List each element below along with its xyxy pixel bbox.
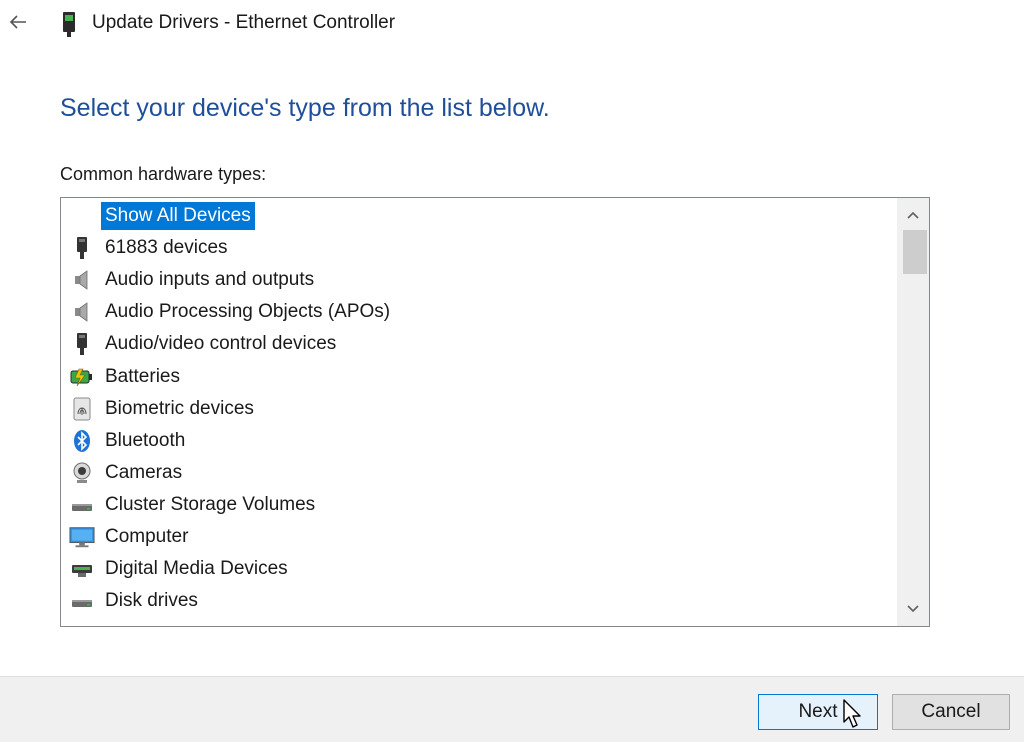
ethernet-connector-icon <box>63 12 75 37</box>
list-item[interactable]: Show All Devices <box>69 201 255 231</box>
list-item[interactable]: Batteries <box>69 362 184 392</box>
chevron-up-icon <box>907 211 919 219</box>
list-item[interactable]: Bluetooth <box>69 426 189 456</box>
battery-icon <box>69 364 95 390</box>
dialog-footer: Next Cancel <box>0 676 1024 742</box>
list-item[interactable]: Disk drives <box>69 586 202 616</box>
list-item-label: Digital Media Devices <box>105 558 288 580</box>
list-item[interactable]: Audio inputs and outputs <box>69 265 318 295</box>
list-label: Common hardware types: <box>60 164 267 184</box>
cancel-button[interactable]: Cancel <box>892 694 1010 730</box>
window-title: Update Drivers - Ethernet Controller <box>92 12 396 33</box>
scroll-up-button[interactable] <box>897 200 929 230</box>
list-item[interactable]: Audio Processing Objects (APOs) <box>69 297 394 327</box>
hardware-types-list: Show All Devices 61883 devices Audio input… <box>61 198 897 626</box>
back-arrow-icon <box>9 15 26 29</box>
list-item-label: Audio Processing Objects (APOs) <box>105 301 391 323</box>
drive-icon <box>69 492 95 518</box>
list-item-label: Bluetooth <box>105 429 186 451</box>
title-bar: Update Drivers - Ethernet Controller <box>0 0 1024 48</box>
list-item[interactable]: Digital Media Devices <box>69 554 292 584</box>
speaker-icon <box>69 267 95 293</box>
media-device-icon <box>69 556 95 582</box>
list-item-label: Audio inputs and outputs <box>105 269 315 291</box>
list-item-label: Biometric devices <box>105 397 254 419</box>
list-item-label: Disk drives <box>105 590 198 612</box>
list-item-label: Batteries <box>105 365 180 387</box>
page-heading: Select your device's type from the list … <box>60 94 550 122</box>
mouse-pointer-icon <box>843 699 861 728</box>
speaker-icon <box>69 299 95 325</box>
list-item-label: Show All Devices <box>101 202 255 230</box>
vertical-scrollbar[interactable] <box>897 198 929 626</box>
connector-icon <box>69 235 95 261</box>
chevron-down-icon <box>907 605 919 613</box>
list-item[interactable]: Computer <box>69 522 192 552</box>
fingerprint-icon <box>69 396 95 422</box>
monitor-icon <box>69 524 95 550</box>
scroll-down-button[interactable] <box>897 594 929 624</box>
drive-icon <box>69 588 95 614</box>
list-item-label: Cameras <box>105 461 183 483</box>
list-item-label: Cluster Storage Volumes <box>105 493 316 515</box>
list-item-label: Audio/video control devices <box>105 333 337 355</box>
camera-icon <box>69 460 95 486</box>
back-button[interactable] <box>4 8 32 36</box>
list-item[interactable]: Cluster Storage Volumes <box>69 490 319 520</box>
hardware-types-listbox[interactable]: Show All Devices 61883 devices Audio input… <box>60 197 930 627</box>
list-item-label: 61883 devices <box>105 237 228 259</box>
bluetooth-icon <box>69 428 95 454</box>
connector-icon <box>69 331 95 357</box>
list-item-label: Computer <box>105 526 189 547</box>
list-item[interactable]: 61883 devices <box>69 233 232 263</box>
list-item[interactable]: Cameras <box>69 458 186 488</box>
list-item[interactable]: Biometric devices <box>69 394 258 424</box>
list-item[interactable]: Audio/video control devices <box>69 329 340 359</box>
scroll-thumb[interactable] <box>903 230 927 274</box>
